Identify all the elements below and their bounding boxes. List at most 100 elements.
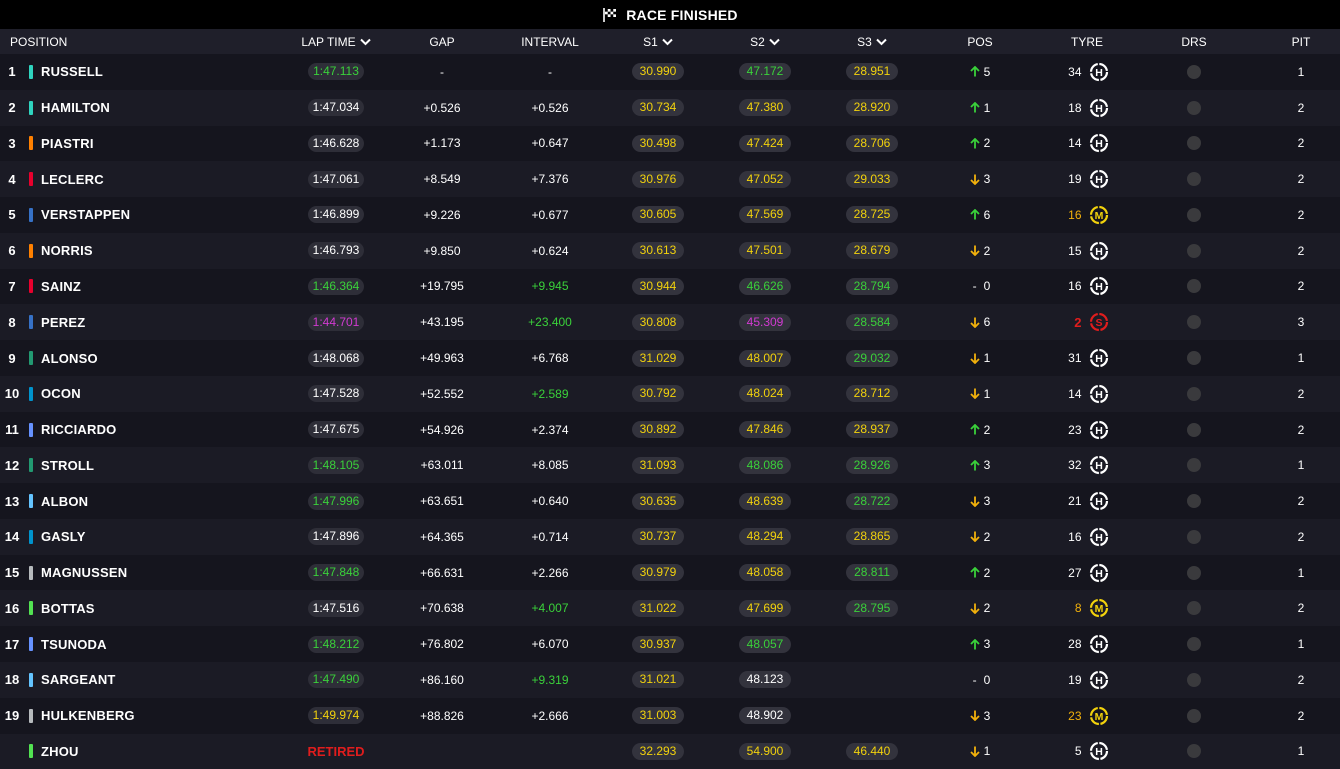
- tyre-info: 32 H: [1066, 455, 1109, 475]
- sector-s2-time: 48.639: [738, 492, 792, 510]
- drs-indicator: [1187, 458, 1201, 473]
- position-number: 9: [8, 350, 16, 366]
- table-row[interactable]: 2 HAMILTON 1:47.034 +0.526 +0.526 30.734 47.38…: [0, 89, 1340, 126]
- tyre-compound-letter: H: [1095, 496, 1103, 508]
- position-change-value: 3: [983, 494, 991, 509]
- header-gap[interactable]: GAP: [402, 29, 482, 54]
- table-row[interactable]: 10 OCON 1:47.528 +52.552 +2.589 30.792 48.024 2…: [0, 375, 1340, 412]
- position-change-value: 1: [983, 100, 991, 115]
- header-position[interactable]: POSITION: [10, 29, 130, 54]
- table-row[interactable]: 6 NORRIS 1:46.793 +9.850 +0.624 30.613 47.501 2…: [0, 232, 1340, 269]
- table-row[interactable]: 1 RUSSELL 1:47.113 - - 30.990 47.172 28.951 5 34 H…: [0, 54, 1340, 90]
- interval: +2.666: [531, 708, 569, 723]
- table-row[interactable]: 7 SAINZ 1:46.364 +19.795 +9.945 30.944 46.626 2…: [0, 268, 1340, 305]
- header-tyre[interactable]: TYRE: [1047, 29, 1127, 54]
- table-row[interactable]: 3 PIASTRI 1:46.628 +1.173 +0.647 30.498 47.424…: [0, 125, 1340, 162]
- tyre-compound-icon: H: [1089, 563, 1109, 583]
- sector-s1-time: 30.990: [631, 63, 685, 81]
- driver-name[interactable]: OCON: [41, 386, 81, 401]
- driver-name[interactable]: VERSTAPPEN: [41, 207, 130, 222]
- position-number: 15: [4, 565, 20, 581]
- lap-time: 1:47.490: [307, 671, 365, 689]
- table-row[interactable]: 15 MAGNUSSEN 1:47.848 +66.631 +2.266 30.979 48…: [0, 554, 1340, 591]
- driver-name[interactable]: NORRIS: [41, 243, 93, 258]
- sector-s1-time: 32.293: [631, 742, 685, 760]
- driver-name[interactable]: GASLY: [41, 529, 86, 544]
- sector-s3-time: 46.440: [845, 742, 899, 760]
- driver-name[interactable]: RUSSELL: [41, 64, 103, 79]
- driver-name[interactable]: ALBON: [41, 494, 88, 509]
- tyre-compound-icon: H: [1089, 98, 1109, 118]
- table-row[interactable]: 11 RICCIARDO 1:47.675 +54.926 +2.374 30.892 47…: [0, 411, 1340, 448]
- position-change: 1: [970, 100, 991, 115]
- driver-name[interactable]: STROLL: [41, 458, 94, 473]
- header-lap-time[interactable]: LAP TIME: [296, 29, 376, 54]
- drs-indicator: [1187, 601, 1201, 616]
- driver-name[interactable]: ALONSO: [41, 351, 98, 366]
- gap-to-leader: +54.926: [420, 422, 464, 437]
- driver-name[interactable]: HULKENBERG: [41, 708, 135, 723]
- pit-stops: 1: [1297, 744, 1305, 759]
- table-row[interactable]: 14 GASLY 1:47.896 +64.365 +0.714 30.737 48.294…: [0, 518, 1340, 555]
- team-color-bar: [29, 744, 33, 759]
- driver-name[interactable]: HAMILTON: [41, 100, 110, 115]
- drs-indicator: [1187, 172, 1201, 187]
- sector-s3-time: 28.926: [845, 456, 899, 474]
- driver-name[interactable]: BOTTAS: [41, 601, 95, 616]
- sector-s3-time: 28.794: [845, 277, 899, 295]
- team-color-bar: [29, 315, 33, 330]
- gap-to-leader: +76.802: [420, 637, 464, 652]
- table-row[interactable]: 16 BOTTAS 1:47.516 +70.638 +4.007 31.022 47.69…: [0, 590, 1340, 627]
- tyre-compound-icon: H: [1089, 455, 1109, 475]
- tyre-compound-letter: M: [1094, 603, 1103, 615]
- driver-name[interactable]: MAGNUSSEN: [41, 565, 127, 580]
- sector-s3-time: 28.712: [845, 385, 899, 403]
- driver-name[interactable]: SARGEANT: [41, 672, 116, 687]
- tyre-info: 27 H: [1066, 563, 1109, 583]
- pit-stops: 1: [1297, 351, 1305, 365]
- table-row[interactable]: 19 HULKENBERG 1:49.974 +88.826 +2.666 31.003 4…: [0, 697, 1340, 734]
- lap-time: 1:48.068: [307, 349, 365, 367]
- drs-indicator: [1187, 243, 1201, 258]
- table-row[interactable]: 8 PEREZ 1:44.701 +43.195 +23.400 30.808 45.309…: [0, 304, 1340, 341]
- sector-s1-time: 30.734: [631, 99, 685, 117]
- position-up-arrow-icon: [970, 459, 980, 471]
- driver-name[interactable]: TSUNODA: [41, 637, 107, 652]
- table-row[interactable]: 13 ALBON 1:47.996 +63.651 +0.640 30.635 48.639…: [0, 483, 1340, 519]
- interval: +6.768: [531, 351, 569, 365]
- sector-s3-time: 28.795: [845, 599, 899, 617]
- table-row[interactable]: 4 LECLERC 1:47.061 +8.549 +7.376 30.976 47.052…: [0, 161, 1340, 198]
- table-row[interactable]: 12 STROLL 1:48.105 +63.011 +8.085 31.093 48.08…: [0, 447, 1340, 484]
- driver-name[interactable]: ZHOU: [41, 744, 79, 759]
- tyre-compound-letter: H: [1095, 639, 1103, 651]
- driver-name[interactable]: RICCIARDO: [41, 422, 116, 437]
- header-drs[interactable]: DRS: [1154, 29, 1234, 54]
- sector-s2-time: 47.172: [738, 63, 792, 81]
- header-s3[interactable]: S3: [832, 29, 912, 54]
- driver-name[interactable]: LECLERC: [41, 172, 104, 187]
- team-color-bar: [29, 458, 33, 473]
- table-row[interactable]: 18 SARGEANT 1:47.490 +86.160 +9.319 31.021 48.…: [0, 662, 1340, 698]
- sector-s1-time: 30.498: [631, 134, 685, 152]
- table-row[interactable]: 17 TSUNODA 1:48.212 +76.802 +6.070 30.937 48.0…: [0, 626, 1340, 663]
- header-s2[interactable]: S2: [725, 29, 805, 54]
- driver-name[interactable]: PEREZ: [41, 315, 85, 330]
- table-row[interactable]: 5 VERSTAPPEN 1:46.899 +9.226 +0.677 30.605 47.…: [0, 197, 1340, 233]
- position-unchanged-dash-icon: -: [972, 279, 977, 294]
- table-row[interactable]: ZHOU RETIRED 32.293 54.900 46.440 1 5 H 1: [0, 733, 1340, 769]
- position-change: 2: [970, 423, 990, 437]
- table-row[interactable]: 9 ALONSO 1:48.068 +49.963 +6.768 31.029 48.007…: [0, 340, 1340, 376]
- driver-name[interactable]: SAINZ: [41, 279, 81, 294]
- chevron-down-icon: [359, 38, 371, 46]
- header-pos[interactable]: POS: [940, 29, 1020, 54]
- position-number: 5: [8, 207, 16, 223]
- header-interval[interactable]: INTERVAL: [510, 29, 590, 54]
- tyre-info: 28 H: [1066, 634, 1109, 654]
- position-change: 3: [970, 172, 990, 186]
- header-s1[interactable]: S1: [618, 29, 698, 54]
- position-change: 6: [970, 315, 990, 329]
- position-number: 18: [4, 672, 20, 688]
- driver-name[interactable]: PIASTRI: [41, 136, 94, 151]
- tyre-info: 19 H: [1066, 169, 1109, 189]
- header-pit[interactable]: PIT: [1261, 29, 1340, 54]
